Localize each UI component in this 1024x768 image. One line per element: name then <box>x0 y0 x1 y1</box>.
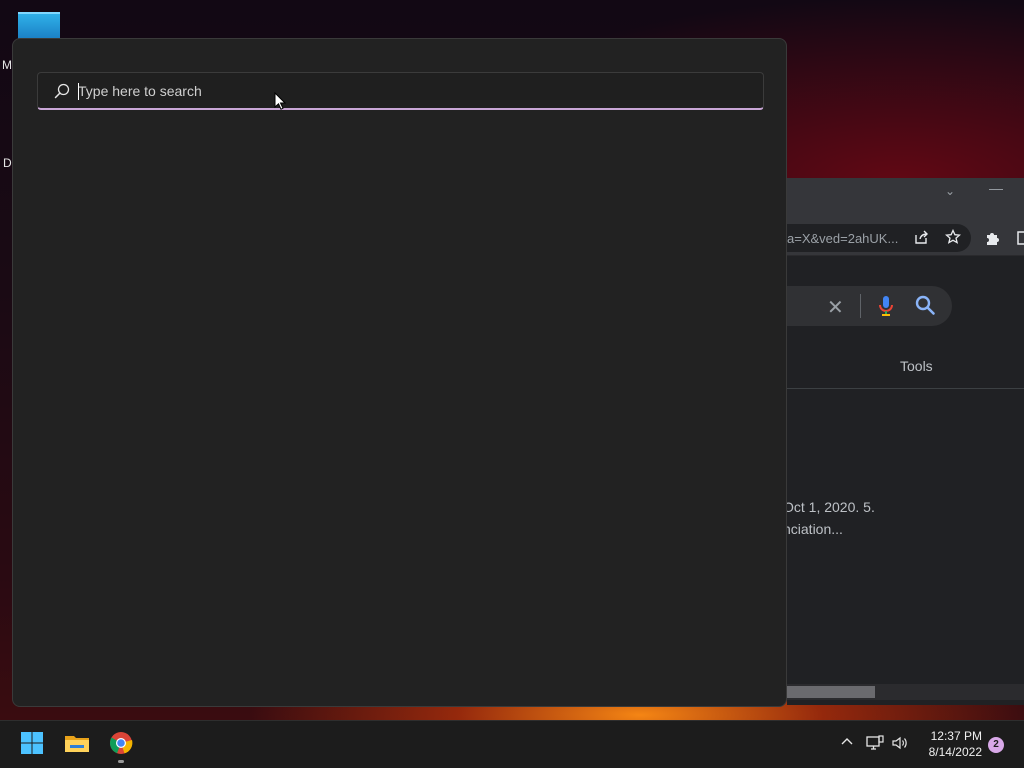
desktop-shortcut-label[interactable]: M <box>2 58 12 72</box>
clock-time: 12:37 PM <box>930 729 982 743</box>
network-icon[interactable] <box>866 735 884 754</box>
chrome-taskbar-button[interactable] <box>101 721 141 768</box>
search-divider <box>860 294 861 318</box>
extensions-icon[interactable] <box>985 230 1001 249</box>
text-caret <box>78 83 79 100</box>
address-bar[interactable]: a=X&ved=2ahUK... <box>787 224 971 252</box>
bookmark-star-icon[interactable] <box>944 228 962 248</box>
search-panel <box>12 38 787 707</box>
clear-search-icon[interactable]: ✕ <box>827 295 844 320</box>
tools-tab[interactable]: Tools <box>900 358 933 374</box>
tab-search-chevron-icon[interactable]: ⌄ <box>945 184 955 198</box>
file-explorer-icon <box>64 732 90 759</box>
clock-date: 8/14/2022 <box>928 745 982 759</box>
taskbar: 12:37 PM 8/14/2022 2 <box>0 720 1024 768</box>
volume-icon[interactable] <box>891 735 909 754</box>
search-magnifier-icon[interactable] <box>914 294 936 321</box>
search-icon <box>54 83 70 104</box>
file-explorer-button[interactable] <box>57 721 97 768</box>
voice-search-mic-icon[interactable] <box>877 294 895 323</box>
scrollbar-thumb[interactable] <box>787 686 875 698</box>
notification-badge[interactable]: 2 <box>988 737 1004 753</box>
start-button[interactable] <box>12 721 52 768</box>
windows-start-icon <box>20 731 44 760</box>
result-snippet-line: nciation... <box>783 521 843 537</box>
google-search-box[interactable]: ✕ <box>787 286 952 326</box>
chevron-up-icon[interactable] <box>840 735 854 752</box>
desktop-shortcut-icon[interactable] <box>18 12 60 40</box>
chrome-tab-strip: ⌄ — <box>787 178 1024 222</box>
chrome-toolbar: a=X&ved=2ahUK... <box>787 222 1024 256</box>
results-divider <box>787 388 1024 389</box>
result-snippet-line: Oct 1, 2020. 5. <box>783 499 875 515</box>
system-clock[interactable]: 12:37 PM 8/14/2022 <box>916 728 982 760</box>
horizontal-scrollbar[interactable] <box>787 684 1024 700</box>
chrome-icon <box>109 731 133 760</box>
chrome-window: ⌄ — a=X&ved=2ahUK... ✕ Tools Oct 1, 2020… <box>783 178 1024 705</box>
running-indicator <box>118 760 124 763</box>
share-icon[interactable] <box>913 229 929 248</box>
address-url-text: a=X&ved=2ahUK... <box>787 231 899 246</box>
search-input[interactable] <box>78 77 738 105</box>
minimize-button[interactable]: — <box>989 180 1003 196</box>
side-panel-icon[interactable] <box>1017 230 1024 249</box>
mouse-pointer-icon <box>274 91 287 115</box>
search-box[interactable] <box>37 72 764 110</box>
